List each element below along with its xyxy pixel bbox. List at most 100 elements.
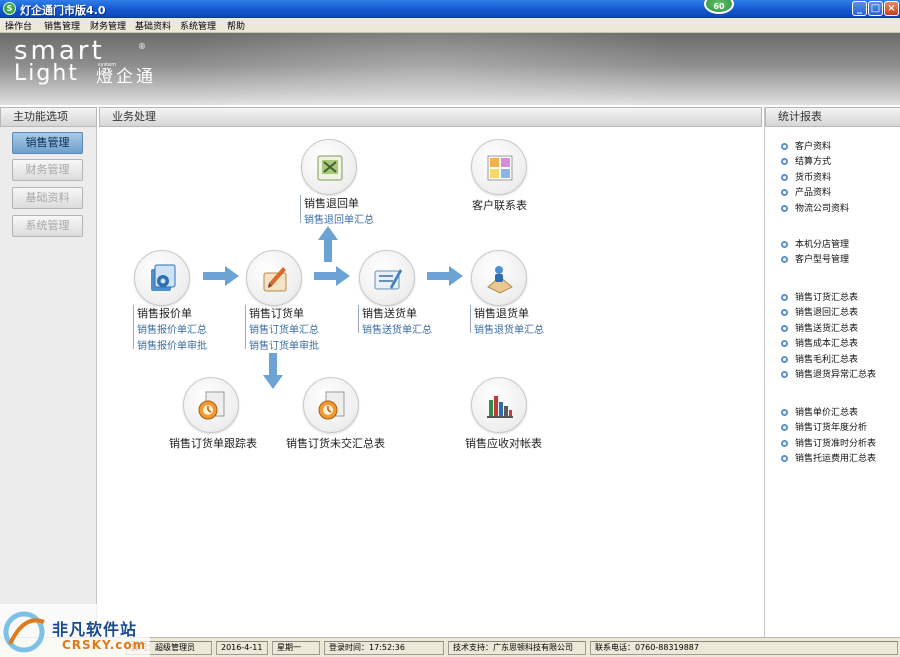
order-link-bar xyxy=(245,305,247,349)
order-title[interactable]: 销售订货单 xyxy=(249,305,304,321)
bullet-icon xyxy=(781,371,788,378)
report-link[interactable]: 客户资料 xyxy=(781,139,831,152)
receivable-title[interactable]: 销售应收对帐表 xyxy=(465,435,542,451)
return-icon xyxy=(317,155,343,181)
report-link[interactable]: 本机分店管理 xyxy=(781,237,849,250)
undelivered-icon xyxy=(318,391,345,420)
arrow-right-icon xyxy=(203,266,239,286)
menu-item-finance[interactable]: 财务管理 xyxy=(90,19,126,32)
logo-registered: ® xyxy=(138,42,146,51)
bullet-icon xyxy=(781,356,788,363)
maximize-button[interactable]: □ xyxy=(868,1,883,16)
quote-approval-link[interactable]: 销售报价单审批 xyxy=(137,337,207,352)
report-link[interactable]: 销售成本汇总表 xyxy=(781,336,858,349)
status-login-time: 登录时间：17:52:36 xyxy=(324,641,444,655)
bullet-icon xyxy=(781,158,788,165)
arrow-right-icon xyxy=(314,266,350,286)
report-link[interactable]: 物流公司资料 xyxy=(781,201,849,214)
close-button[interactable]: × xyxy=(884,1,899,16)
return-title[interactable]: 销售退回单 xyxy=(304,195,359,211)
main-function-header: 主功能选项 xyxy=(0,107,97,127)
delivery-link-bar xyxy=(358,305,360,333)
report-link[interactable]: 销售订货准时分析表 xyxy=(781,436,876,449)
refund-icon xyxy=(487,266,513,294)
business-panel: 业务处理 销售报价单 销售报价单汇总 销售报价单审批 销售订货单 销售订货单汇总… xyxy=(99,107,762,637)
report-link[interactable]: 产品资料 xyxy=(781,185,831,198)
quote-node-icon[interactable] xyxy=(134,250,190,306)
refund-node-icon[interactable] xyxy=(471,250,527,306)
undelivered-title[interactable]: 销售订货未交汇总表 xyxy=(286,435,385,451)
statistics-panel: 统计报表 客户资料 结算方式 货币资料 产品资料 物流公司资料 本机分店管理 客… xyxy=(764,107,900,637)
tracking-title[interactable]: 销售订货单跟踪表 xyxy=(169,435,257,451)
bullet-icon xyxy=(781,256,788,263)
bullet-icon xyxy=(781,455,788,462)
return-link-bar xyxy=(300,195,302,223)
quote-summary-link[interactable]: 销售报价单汇总 xyxy=(137,321,207,336)
main-function-panel: 主功能选项 销售管理 财务管理 基础资料 系统管理 xyxy=(0,107,97,637)
return-summary-link[interactable]: 销售退回单汇总 xyxy=(304,211,374,226)
bullet-icon xyxy=(781,205,788,212)
delivery-icon xyxy=(374,269,402,290)
order-summary-link[interactable]: 销售订货单汇总 xyxy=(249,321,319,336)
minimize-button[interactable]: _ xyxy=(852,1,867,16)
tracking-node-icon[interactable] xyxy=(183,377,239,433)
report-link[interactable]: 客户型号管理 xyxy=(781,252,849,265)
bullet-icon xyxy=(781,440,788,447)
window-title: 灯企通门市版4.0 xyxy=(20,4,106,17)
nav-finance-management[interactable]: 财务管理 xyxy=(12,159,83,181)
delivery-summary-link[interactable]: 销售送货单汇总 xyxy=(362,321,432,336)
menu-item-basic-data[interactable]: 基础资料 xyxy=(135,19,171,32)
status-date: 2016-4-11 xyxy=(216,641,268,655)
status-support: 技术支持：广东思顿科技有限公司 xyxy=(448,641,586,655)
report-link[interactable]: 销售单价汇总表 xyxy=(781,405,858,418)
report-link[interactable]: 货币资料 xyxy=(781,170,831,183)
report-link[interactable]: 销售送货汇总表 xyxy=(781,321,858,334)
report-link[interactable]: 销售退回汇总表 xyxy=(781,305,858,318)
return-node-icon[interactable] xyxy=(301,139,357,195)
bullet-icon xyxy=(781,241,788,248)
business-header: 业务处理 xyxy=(99,107,762,127)
delivery-title[interactable]: 销售送货单 xyxy=(362,305,417,321)
nav-basic-data[interactable]: 基础资料 xyxy=(12,187,83,209)
report-link[interactable]: 销售订货年度分析 xyxy=(781,420,867,433)
contacts-icon xyxy=(487,155,513,181)
refund-title[interactable]: 销售退货单 xyxy=(474,305,529,321)
bullet-icon xyxy=(781,143,788,150)
nav-system-management[interactable]: 系统管理 xyxy=(12,215,83,237)
receivable-icon xyxy=(487,396,513,418)
bullet-icon xyxy=(781,340,788,347)
contacts-node-icon[interactable] xyxy=(471,139,527,195)
nav-sales-management[interactable]: 销售管理 xyxy=(12,132,83,154)
banner-decoration xyxy=(170,33,690,105)
report-link[interactable]: 销售托运费用汇总表 xyxy=(781,451,876,464)
notification-badge[interactable]: 60 xyxy=(704,0,734,14)
status-weekday: 星期一 xyxy=(272,641,320,655)
bullet-icon xyxy=(781,309,788,316)
order-node-icon[interactable] xyxy=(246,250,302,306)
menu-item-console[interactable]: 操作台 xyxy=(5,19,32,32)
report-link[interactable]: 销售订货汇总表 xyxy=(781,290,858,303)
refund-summary-link[interactable]: 销售退货单汇总 xyxy=(474,321,544,336)
order-approval-link[interactable]: 销售订货单审批 xyxy=(249,337,319,352)
app-icon[interactable]: S xyxy=(3,2,16,15)
menu-item-system[interactable]: 系统管理 xyxy=(180,19,216,32)
bullet-icon xyxy=(781,189,788,196)
delivery-node-icon[interactable] xyxy=(359,250,415,306)
contacts-title[interactable]: 客户联系表 xyxy=(472,197,527,213)
arrow-down-icon xyxy=(263,353,283,389)
menu-item-sales[interactable]: 销售管理 xyxy=(44,19,80,32)
undelivered-node-icon[interactable] xyxy=(303,377,359,433)
bullet-icon xyxy=(781,325,788,332)
watermark-text: 非凡软件站 xyxy=(52,620,138,639)
quote-title[interactable]: 销售报价单 xyxy=(137,305,192,321)
report-link[interactable]: 销售退货异常汇总表 xyxy=(781,367,876,380)
receivable-node-icon[interactable] xyxy=(471,377,527,433)
watermark-subtext: CRSKY.com xyxy=(62,638,147,652)
report-link[interactable]: 销售毛利汇总表 xyxy=(781,352,858,365)
order-icon xyxy=(263,267,287,292)
status-phone: 联系电话：0760-88319887 xyxy=(590,641,898,655)
report-link[interactable]: 结算方式 xyxy=(781,154,831,167)
quote-icon xyxy=(151,264,176,291)
menu-item-help[interactable]: 帮助 xyxy=(227,19,245,32)
bullet-icon xyxy=(781,424,788,431)
